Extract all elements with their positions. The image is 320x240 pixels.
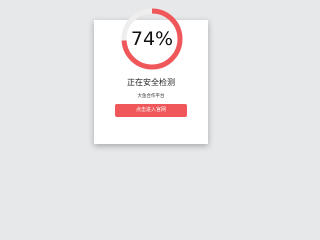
progress-percent: 74% <box>130 28 174 50</box>
subtitle: 大鱼合作平台 <box>137 94 165 99</box>
status-text: 正在安全检测 <box>127 78 175 87</box>
enter-website-button[interactable]: 点击进入官网 <box>115 104 187 117</box>
